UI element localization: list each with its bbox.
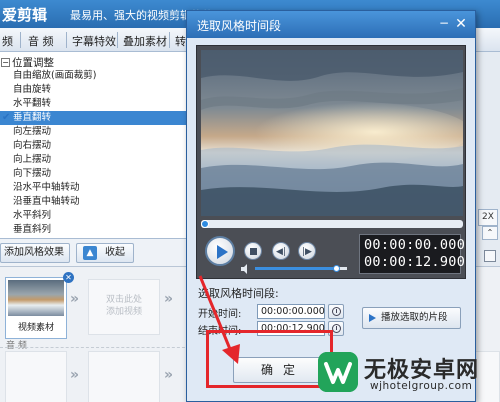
start-time-input[interactable]: 00:00:00.000: [257, 304, 325, 319]
remove-clip-icon[interactable]: ✕: [63, 272, 74, 283]
clip-thumbnail: [8, 280, 64, 316]
effect-item-label: 自由缩放(画面裁剪): [13, 70, 97, 81]
effect-item[interactable]: 向右摆动: [0, 139, 195, 153]
effect-item[interactable]: 自由旋转: [0, 83, 195, 97]
collapse-label: 收起: [105, 247, 125, 258]
watermark-logo-icon: [318, 352, 358, 392]
chevron-right-icon: »: [164, 367, 174, 383]
stop-button[interactable]: [244, 242, 262, 260]
effect-item[interactable]: 自由缩放(画面裁剪): [0, 69, 195, 83]
effect-item[interactable]: 水平翻转: [0, 97, 195, 111]
play-button[interactable]: [205, 236, 235, 266]
dialog-titlebar: 选取风格时间段 − ✕: [187, 11, 475, 38]
effect-group-position[interactable]: − 位置调整: [0, 55, 54, 69]
clip-caption: 视频素材: [17, 323, 54, 333]
next-frame-button[interactable]: |▶: [298, 242, 316, 260]
tab-subtitle-effects[interactable]: 字幕特效: [72, 33, 116, 49]
app-title: 爱剪辑: [2, 6, 48, 24]
play-selected-segment-button[interactable]: 播放选取的片段: [362, 307, 461, 329]
tab-divider: [169, 32, 170, 48]
add-video-hint-line1: 双击此处: [105, 295, 142, 305]
effect-item-label: 水平翻转: [13, 98, 52, 109]
tab-audio[interactable]: 音 频: [28, 33, 54, 49]
total-time: 00:00:12.900: [364, 254, 466, 270]
sky-clouds-frame: [201, 50, 463, 216]
dialog-title: 选取风格时间段: [197, 19, 282, 33]
watermark-url: wjhotelgroup.com: [370, 380, 473, 392]
effect-toolbar: 添加风格效果 ▲ 收起: [0, 238, 196, 266]
effect-item[interactable]: 沿水平中轴转动: [0, 181, 195, 195]
effect-item[interactable]: 向上摆动: [0, 153, 195, 167]
set-start-time-button[interactable]: [328, 304, 344, 319]
seek-bar[interactable]: [201, 220, 463, 228]
audio-track-label: 音 频: [6, 341, 27, 351]
tab-video[interactable]: 频: [2, 33, 13, 49]
effect-item-label: 沿垂直中轴转动: [13, 196, 80, 207]
checkmark-icon: ✔: [2, 112, 11, 123]
effect-item-label: 向右摆动: [13, 140, 52, 151]
chevron-right-icon: »: [70, 291, 80, 307]
effect-item[interactable]: 向左摆动: [0, 125, 195, 139]
effect-item[interactable]: 垂直斜列: [0, 223, 195, 237]
close-icon[interactable]: ✕: [453, 16, 469, 32]
pointer-arrow-icon: [198, 275, 240, 364]
track-divider: [0, 347, 190, 348]
collapse-arrow-icon: ▲: [83, 246, 97, 260]
chevron-right-icon: »: [164, 291, 174, 307]
effect-item[interactable]: 向下摆动: [0, 167, 195, 181]
clock-hand: [336, 309, 337, 313]
stop-icon: [250, 248, 257, 255]
effect-item-label: 向上摆动: [13, 154, 52, 165]
play-selected-label: 播放选取的片段: [381, 312, 448, 323]
audio-slot[interactable]: [5, 351, 67, 402]
rewind-icon: ◀|: [276, 247, 286, 257]
volume-level: [255, 267, 336, 270]
timecode-display: 00:00:00.000 00:00:12.900: [359, 234, 466, 274]
seek-handle[interactable]: [201, 220, 209, 228]
effect-item-label: 垂直翻转: [13, 112, 52, 123]
tab-transitions[interactable]: 转: [175, 33, 186, 49]
panel-toggle-icon[interactable]: [484, 250, 496, 262]
add-video-hint-line2: 添加视频: [105, 307, 142, 317]
effect-item-label: 沿水平中轴转动: [13, 182, 80, 193]
audio-slot[interactable]: [88, 351, 160, 402]
video-frame: [201, 50, 463, 216]
chevron-right-icon: »: [70, 367, 80, 383]
video-clip[interactable]: 视频素材: [5, 277, 67, 339]
minimize-icon[interactable]: −: [437, 17, 451, 31]
effect-list-panel: − 位置调整 自由缩放(画面裁剪) 自由旋转 水平翻转 ✔ 垂直翻转 向左摆动 向右摆动 向上摆…: [0, 52, 196, 238]
effect-item[interactable]: 水平斜列: [0, 209, 195, 223]
play-icon: [217, 245, 228, 259]
effect-item[interactable]: 沿垂直中轴转动: [0, 195, 195, 209]
effect-item-label: 自由旋转: [13, 84, 52, 95]
tab-overlay-materials[interactable]: 叠加素材: [123, 33, 167, 49]
tab-divider: [20, 32, 21, 48]
add-effect-button[interactable]: 添加风格效果: [0, 243, 70, 263]
watermark: 无极安卓网 wjhotelgroup.com: [318, 349, 500, 399]
video-preview: ◀| |▶ 00:00:00.000 00:00:12.900: [196, 45, 466, 279]
previous-frame-button[interactable]: ◀|: [272, 242, 290, 260]
effect-item-label: 向下摆动: [13, 168, 52, 179]
clock-hand: [336, 326, 337, 330]
play-icon: [369, 314, 376, 322]
effect-item[interactable]: ✔ 垂直翻转: [0, 111, 195, 125]
add-video-placeholder[interactable]: 双击此处 添加视频: [88, 279, 160, 335]
current-time: 00:00:00.000: [364, 237, 466, 253]
tab-divider: [66, 32, 67, 48]
collapse-group-icon[interactable]: −: [1, 58, 10, 67]
collapse-button[interactable]: ▲ 收起: [76, 243, 134, 263]
volume-slider[interactable]: [255, 265, 347, 272]
expand-icon[interactable]: ⌃: [482, 226, 498, 240]
forward-icon: |▶: [302, 247, 312, 257]
effect-item-label: 向左摆动: [13, 126, 52, 137]
volume-handle[interactable]: [332, 265, 340, 272]
speed-2x-button[interactable]: 2X: [478, 209, 498, 226]
effect-item-label: 垂直斜列: [13, 224, 52, 235]
tab-divider: [117, 32, 118, 48]
effect-group-label: 位置调整: [12, 57, 54, 69]
effect-item-label: 水平斜列: [13, 210, 52, 221]
